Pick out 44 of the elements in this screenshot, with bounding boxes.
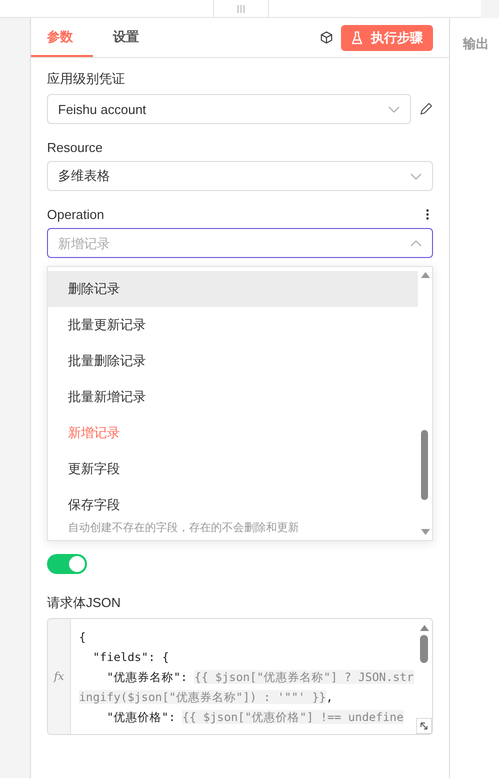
option-description: 自动创建不存在的字段，存在的不会删除和更新 — [68, 520, 300, 535]
dropdown-option[interactable]: 批量删除记录 — [48, 343, 418, 379]
dropdown-option[interactable]: 保存字段 自动创建不存在的字段，存在的不会删除和更新 — [48, 487, 418, 540]
option-label: 批量删除记录 — [68, 352, 147, 370]
tab[interactable]: 设置 — [97, 18, 155, 57]
code-line: { — [79, 629, 87, 646]
expand-icon[interactable] — [416, 718, 432, 734]
output-panel-title: 输出 — [463, 36, 489, 51]
field-label: Operation — [47, 207, 104, 222]
dropdown-option[interactable]: 删除记录 — [48, 271, 418, 307]
chevron-icon — [410, 240, 422, 246]
scroll-up-icon[interactable] — [420, 625, 428, 631]
option-label: 新增记录 — [68, 424, 121, 442]
operation-select[interactable]: 新增记录 — [47, 228, 433, 258]
resource-select[interactable]: 多维表格 — [47, 161, 433, 191]
operation-input[interactable]: 新增记录 — [58, 236, 410, 250]
dropdown-option[interactable]: 批量新增记录 — [48, 379, 418, 415]
chevron-down-icon — [410, 172, 422, 180]
code-editor[interactable]: fx { "fields": { "优惠券名称": {{ $json["优惠券名称"] ? JSON.stringify($json["优惠券名称"]) : '""' }}, "优惠价格": {{ $json["优惠价格"] !== undefine — [47, 618, 433, 735]
dropdown-option[interactable]: 更新字段 — [48, 451, 418, 487]
option-label: 批量新增记录 — [68, 388, 147, 406]
code-line: "优惠价格": {{ $json["优惠价格"] !== undefine — [106, 709, 404, 726]
flask-icon — [351, 30, 363, 44]
cube-icon[interactable] — [320, 31, 333, 44]
code-line: "fields": { — [92, 649, 170, 666]
scrollbar-thumb[interactable] — [421, 430, 428, 500]
field-label: Resource — [47, 140, 104, 155]
field-label: 请求体JSON — [47, 594, 122, 612]
option-label: 更新字段 — [68, 460, 121, 478]
scroll-up-icon[interactable] — [420, 272, 430, 278]
drag-handle-icon[interactable] — [236, 4, 246, 12]
credential-select[interactable]: Feishu account — [47, 94, 411, 124]
more-options-icon[interactable] — [426, 209, 429, 220]
option-label: 批量更新记录 — [68, 316, 147, 334]
toggle-switch[interactable] — [47, 554, 87, 574]
expression-marker: fx — [54, 670, 64, 683]
pencil-icon[interactable] — [419, 102, 433, 116]
field-label: 应用级别凭证 — [47, 70, 126, 88]
option-label: 删除记录 — [68, 280, 121, 298]
scrollbar-thumb[interactable] — [420, 635, 428, 663]
dropdown-option[interactable]: 批量更新记录 — [48, 307, 418, 343]
chevron-down-icon — [388, 106, 400, 112]
scroll-down-icon[interactable] — [420, 529, 430, 535]
option-label: 保存字段 — [68, 496, 121, 514]
